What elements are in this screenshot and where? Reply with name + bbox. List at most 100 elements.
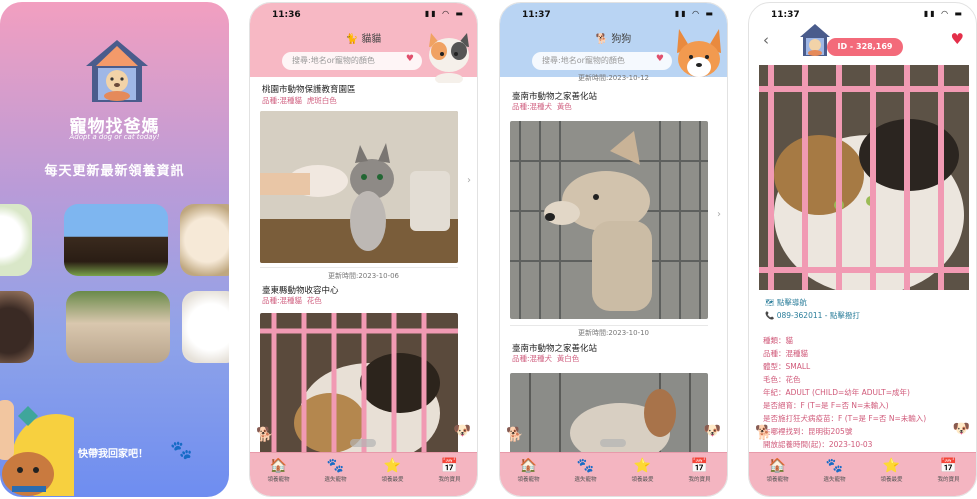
tab-bar: 🏠 領養寵物 🐾 遺失寵物 ⭐ 領養最愛 📅 我的寶貝 <box>749 452 976 496</box>
pet-id-badge: ID - 328,169 <box>827 38 903 56</box>
pet-sticker-icon: 🐕 <box>506 427 524 443</box>
calendar-icon: 📅 <box>690 458 709 474</box>
tab-bar: 🏠 領養寵物 🐾 遺失寵物 ⭐ 領養最愛 📅 我的寶貝 <box>500 452 727 496</box>
pet-photo[interactable] <box>510 121 708 319</box>
phone-icon: 📞 <box>765 311 775 320</box>
signal-wifi-battery-icon: ▮▮ ◠ ▬ <box>923 9 964 18</box>
status-bar: 11:37 ▮▮ ◠ ▬ <box>500 3 727 25</box>
house-pet-icon: 🏠 <box>269 458 288 474</box>
attribute-line: 是否絕育：F (T=是 F=否 N=未輸入) <box>763 401 889 410</box>
calendar-icon: 📅 <box>440 458 459 474</box>
attribute-line: 開放認養時間(起)：2023-10-03 <box>763 440 873 449</box>
breed-color: 品種:混種貓 花色 <box>262 296 322 305</box>
status-bar: 11:37 ▮▮ ◠ ▬ <box>749 3 976 25</box>
dog-face-icon: 🐕 <box>595 34 609 45</box>
cat-face-icon: 🐈 <box>345 34 359 45</box>
dogs-list-screen: 11:37 ▮▮ ◠ ▬ 🐕 狗狗 搜尋:地名or寵物的顏色 ♥ 更新時間:20… <box>499 2 728 497</box>
promo-headline: 每天更新最新領養資訊 <box>44 164 185 179</box>
attribute-line: 種類：貓 <box>763 336 793 345</box>
chevron-right-icon[interactable]: › <box>717 209 721 220</box>
pet-detail-screen: 11:37 ▮▮ ◠ ▬ ‹ ID - 328,169 ♥ 🗺 點擊導航 📞 0… <box>748 2 977 497</box>
calendar-icon: 📅 <box>939 458 958 474</box>
mascot-illustration <box>0 400 74 496</box>
app-logo-icon <box>86 40 148 102</box>
search-input[interactable]: 搜尋:地名or寵物的顏色 ♥ <box>282 52 422 70</box>
app-logo-icon <box>800 24 830 56</box>
navigate-link[interactable]: 🗺 點擊導航 <box>765 297 807 308</box>
update-time: 更新時間:2023-10-12 <box>577 74 650 82</box>
star-icon: ⭐ <box>882 458 901 474</box>
app-tagline: Adopt a dog or cat today! <box>69 133 160 141</box>
status-bar: 11:36 ▮▮ ◠ ▬ <box>250 3 477 25</box>
tab-lost[interactable]: 🐾 遺失寵物 <box>307 457 364 483</box>
house-pet-icon: 🏠 <box>768 458 787 474</box>
tab-favorites[interactable]: ⭐ 領養最愛 <box>364 457 421 483</box>
status-time: 11:37 <box>522 10 551 20</box>
tab-bar: 🏠 領養寵物 🐾 遺失寵物 ⭐ 領養最愛 📅 我的寶貝 <box>250 452 477 496</box>
status-time: 11:36 <box>272 10 301 20</box>
signal-wifi-battery-icon: ▮▮ ◠ ▬ <box>424 9 465 18</box>
attribute-line: 在哪裡找到：昆明街205號 <box>763 427 853 436</box>
breed-color: 品種:混種犬 黃色 <box>512 102 572 111</box>
search-input[interactable]: 搜尋:地名or寵物的顏色 ♥ <box>532 52 672 70</box>
lost-pet-icon: 🐾 <box>825 458 844 474</box>
tab-my-pets[interactable]: 📅 我的寶貝 <box>421 457 477 483</box>
pet-sticker-icon: 🐶 <box>703 423 721 439</box>
promo-footer-text: 快帶我回家吧！ <box>78 449 148 460</box>
breed-color: 品種:混種貓 虎斑白色 <box>262 96 337 105</box>
pet-tile-maltese <box>182 291 229 363</box>
page-indicator <box>350 439 376 447</box>
tab-adopt[interactable]: 🏠 領養寵物 <box>500 457 557 483</box>
chevron-right-icon[interactable]: › <box>467 175 471 186</box>
lost-pet-icon: 🐾 <box>576 458 595 474</box>
paw-icon: 🐾 <box>170 440 193 461</box>
signal-wifi-battery-icon: ▮▮ ◠ ▬ <box>674 9 715 18</box>
pet-sticker-icon: 🐶 <box>453 423 471 439</box>
cat-mascot-icon <box>429 33 469 83</box>
lost-pet-icon: 🐾 <box>326 458 345 474</box>
pet-sticker-icon: 🐕 <box>256 427 274 443</box>
back-chevron-icon[interactable]: ‹ <box>763 31 769 49</box>
page-indicator <box>600 439 626 447</box>
attribute-line: 毛色：花色 <box>763 375 801 384</box>
breed-color: 品種:混種犬 黃白色 <box>512 354 580 363</box>
map-icon: 🗺 <box>765 298 775 307</box>
pet-tile-rottweiler <box>0 291 34 363</box>
status-time: 11:37 <box>771 10 800 20</box>
update-time: 更新時間:2023-10-10 <box>577 329 650 337</box>
pet-photo[interactable] <box>260 111 458 263</box>
cats-list-screen: 11:36 ▮▮ ◠ ▬ 🐈 貓貓 搜尋:地名or寵物的顏色 ♥ 桃園市動物保護… <box>249 2 478 497</box>
pet-tile-puppy <box>180 204 229 276</box>
tab-lost[interactable]: 🐾 遺失寵物 <box>557 457 614 483</box>
shelter-name[interactable]: 桃園市動物保護教育園區 <box>262 83 356 95</box>
tab-adopt[interactable]: 🏠 領養寵物 <box>749 457 806 483</box>
attribute-line: 是否施打狂犬病疫苗：F (T=是 F=否 N=未輸入) <box>763 414 927 423</box>
favorite-heart-icon[interactable]: ♥ <box>951 30 964 48</box>
pet-tile-samoyed <box>0 204 32 276</box>
attribute-line: 品種：混種貓 <box>763 349 808 358</box>
promo-screen: 寵物找爸媽 Adopt a dog or cat today! 每天更新最新領養… <box>0 2 229 497</box>
attribute-line: 體型：SMALL <box>763 362 811 371</box>
pet-sticker-icon: 🐕 <box>755 425 773 441</box>
tab-favorites[interactable]: ⭐ 領養最愛 <box>863 457 920 483</box>
attribute-line: 年紀：ADULT (CHILD=幼年 ADULT=成年) <box>763 388 910 397</box>
divider <box>510 325 708 326</box>
pet-photo <box>759 65 969 290</box>
update-time: 更新時間:2023-10-06 <box>327 272 400 280</box>
star-icon: ⭐ <box>633 458 652 474</box>
tab-favorites[interactable]: ⭐ 領養最愛 <box>614 457 671 483</box>
pet-sticker-icon: 🐶 <box>952 421 970 437</box>
tab-lost[interactable]: 🐾 遺失寵物 <box>806 457 863 483</box>
call-link[interactable]: 📞 089-362011 - 點擊撥打 <box>765 310 860 321</box>
tab-my-pets[interactable]: 📅 我的寶貝 <box>671 457 727 483</box>
star-icon: ⭐ <box>383 458 402 474</box>
pet-tile-shepherd <box>64 204 168 276</box>
tab-adopt[interactable]: 🏠 領養寵物 <box>250 457 307 483</box>
divider <box>260 267 458 268</box>
tab-my-pets[interactable]: 📅 我的寶貝 <box>920 457 976 483</box>
heart-icon[interactable]: ♥ <box>656 54 664 64</box>
heart-icon[interactable]: ♥ <box>406 54 414 64</box>
house-pet-icon: 🏠 <box>519 458 538 474</box>
pet-tile-frenchie <box>66 291 170 363</box>
pet-photo[interactable] <box>260 313 458 455</box>
